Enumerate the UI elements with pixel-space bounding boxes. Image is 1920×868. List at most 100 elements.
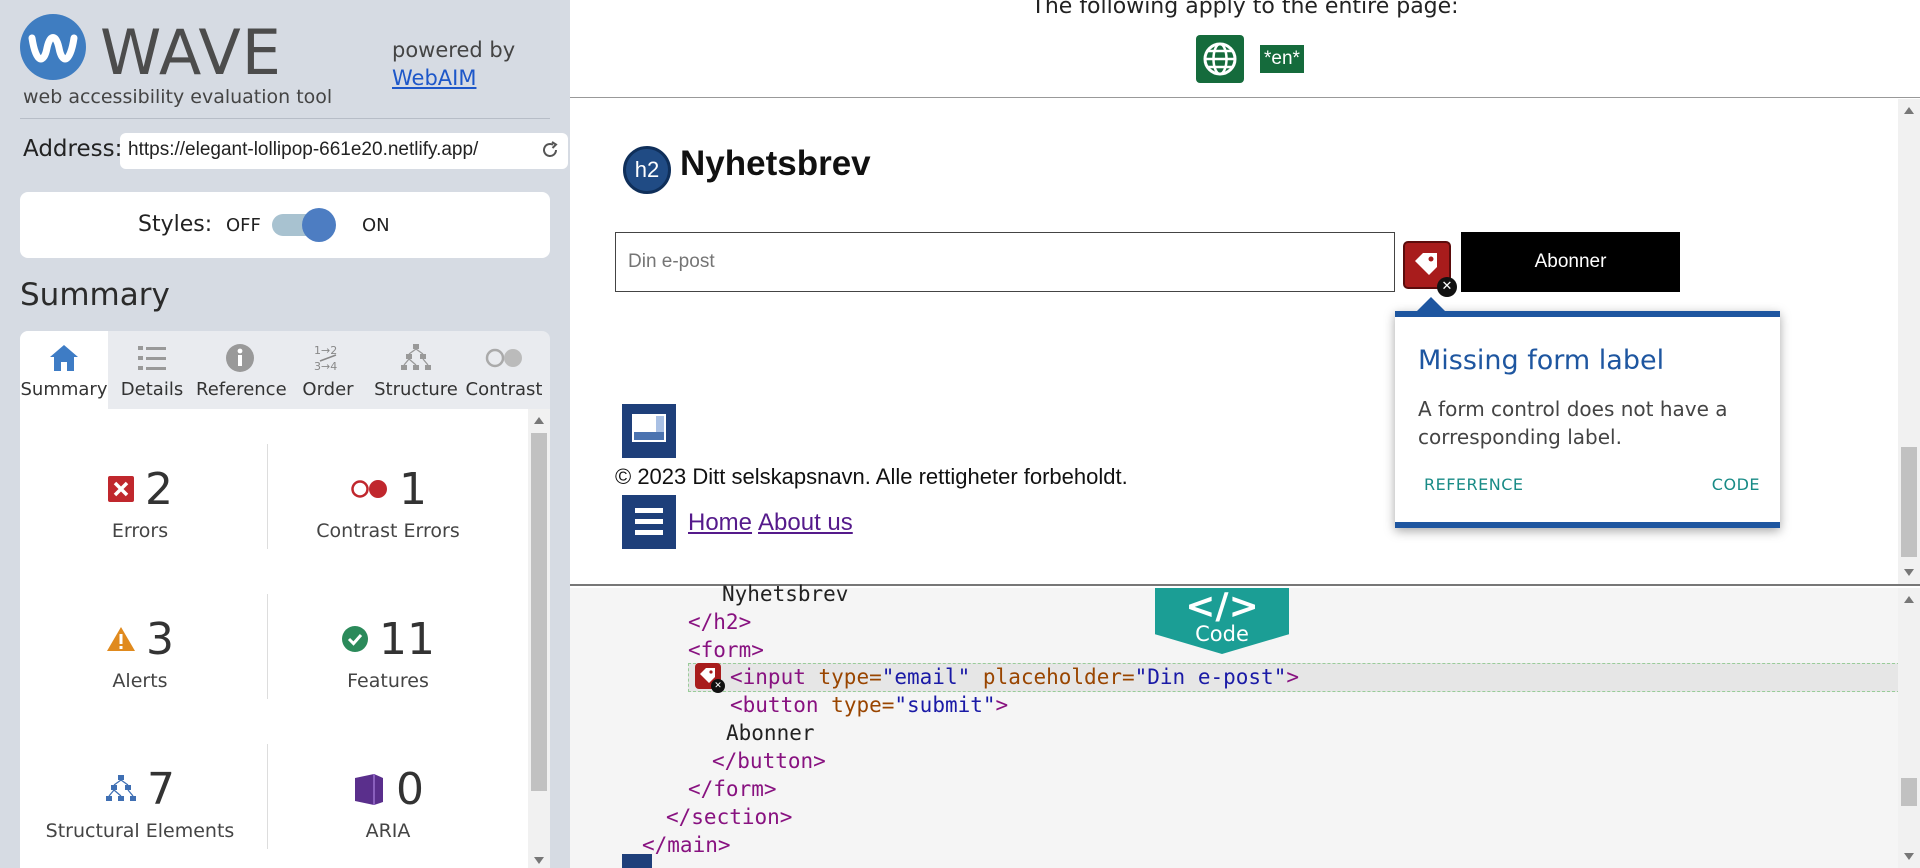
alerts-label: Alerts bbox=[112, 670, 168, 692]
summary-panel: 2 Errors 1 Contrast Errors 3 Alerts 11 F… bbox=[20, 409, 550, 868]
tooltip-code-link[interactable]: CODE bbox=[1712, 475, 1760, 494]
tab-details-label: Details bbox=[120, 379, 184, 400]
footer-region-icon[interactable] bbox=[622, 854, 652, 868]
stat-aria[interactable]: 0 ARIA bbox=[268, 734, 508, 844]
code-tag: > bbox=[1286, 665, 1299, 689]
scroll-up-arrow[interactable] bbox=[1904, 596, 1914, 603]
code-icon: </> bbox=[1185, 586, 1259, 627]
about-us-link[interactable]: About us bbox=[758, 509, 853, 536]
tooltip-arrow bbox=[1417, 297, 1445, 311]
stat-contrast-errors-row: 1 bbox=[268, 464, 508, 515]
page-scrollbar-thumb[interactable] bbox=[1901, 447, 1917, 557]
code-toggle-button[interactable]: </> Code bbox=[1155, 588, 1289, 654]
tab-order-label: Order bbox=[302, 379, 354, 400]
stat-alerts-row: 3 bbox=[20, 613, 260, 665]
tab-reference[interactable]: Reference bbox=[196, 331, 287, 409]
sidebar: WAVE web accessibility evaluation tool p… bbox=[0, 0, 570, 868]
styles-toggle-card: Styles: OFF ON bbox=[20, 192, 550, 258]
page-heading: Nyhetsbrev bbox=[680, 144, 871, 183]
code-attr: type= bbox=[831, 693, 895, 717]
structure-icon bbox=[372, 343, 460, 373]
page-level-bar: The following apply to the entire page: … bbox=[570, 0, 1920, 98]
scroll-down-arrow[interactable] bbox=[534, 857, 544, 864]
scroll-down-arrow[interactable] bbox=[1904, 853, 1914, 860]
code-value: "Din e-post" bbox=[1134, 665, 1287, 689]
code-tag: </h2> bbox=[688, 610, 752, 634]
stat-alerts[interactable]: 3 Alerts bbox=[20, 584, 260, 694]
home-icon bbox=[20, 343, 108, 373]
reload-icon[interactable] bbox=[540, 140, 560, 166]
stat-features[interactable]: 11 Features bbox=[268, 584, 508, 694]
styles-on-label: ON bbox=[362, 215, 390, 236]
tab-details[interactable]: Details bbox=[108, 331, 196, 409]
stat-aria-row: 0 bbox=[268, 764, 508, 815]
summary-heading: Summary bbox=[20, 277, 170, 313]
svg-text:3→4: 3→4 bbox=[314, 360, 337, 373]
code-line: <form> bbox=[688, 638, 764, 662]
code-tag: > bbox=[995, 693, 1009, 717]
copyright-text: © 2023 Ditt selskapsnavn. Alle rettighet… bbox=[615, 464, 1128, 489]
missing-label-error-icon[interactable]: ✕ bbox=[1403, 241, 1457, 297]
code-line: </button> bbox=[712, 749, 826, 773]
address-value: https://elegant-lollipop-661e20.netlify.… bbox=[128, 139, 479, 160]
webaim-link[interactable]: WebAIM bbox=[392, 64, 515, 92]
alerts-count: 3 bbox=[146, 613, 174, 665]
footer-region-icon[interactable] bbox=[622, 404, 676, 458]
stat-errors[interactable]: 2 Errors bbox=[20, 434, 260, 544]
error-icon bbox=[108, 476, 134, 502]
code-tag: <form> bbox=[688, 638, 764, 662]
code-tag: <input bbox=[730, 665, 806, 689]
code-tag: </button> bbox=[712, 749, 826, 773]
error-tooltip: Missing form label A form control does n… bbox=[1395, 297, 1780, 528]
panel-tabs: Summary Details Reference 1→23→4 Order bbox=[20, 331, 550, 409]
contrast-error-icon bbox=[351, 480, 387, 498]
scroll-down-arrow[interactable] bbox=[1904, 569, 1914, 576]
address-input[interactable]: https://elegant-lollipop-661e20.netlify.… bbox=[120, 133, 568, 169]
rendered-page: h2 Nyhetsbrev Din e-post ✕ Abonner © 202… bbox=[570, 99, 1920, 586]
code-tag: </section> bbox=[666, 805, 793, 829]
code-tag: <button bbox=[730, 693, 819, 717]
styles-label: Styles: bbox=[138, 212, 213, 237]
code-attr: placeholder= bbox=[982, 665, 1135, 689]
tab-structure[interactable]: Structure bbox=[372, 331, 460, 409]
features-label: Features bbox=[347, 670, 429, 692]
wave-app: WAVE web accessibility evaluation tool p… bbox=[0, 0, 1920, 868]
language-globe-icon[interactable] bbox=[1196, 35, 1244, 83]
missing-label-error-icon[interactable]: ✕ bbox=[695, 663, 725, 693]
tooltip-reference-link[interactable]: REFERENCE bbox=[1424, 475, 1524, 494]
email-input[interactable]: Din e-post bbox=[615, 232, 1395, 292]
tab-summary[interactable]: Summary bbox=[20, 331, 108, 409]
code-line: </main> bbox=[642, 833, 731, 857]
code-line: </h2> bbox=[688, 610, 751, 634]
structural-count: 7 bbox=[147, 763, 175, 815]
code-scrollbar-thumb[interactable] bbox=[1901, 778, 1917, 806]
code-line: Nyhetsbrev bbox=[722, 582, 848, 606]
code-value: "email" bbox=[881, 665, 971, 689]
code-text: Abonner bbox=[726, 721, 815, 745]
summary-scrollbar[interactable] bbox=[528, 409, 550, 868]
scroll-up-arrow[interactable] bbox=[534, 417, 544, 424]
code-tag: </form> bbox=[688, 777, 777, 801]
code-line: </form> bbox=[688, 777, 777, 801]
navigation-region-icon[interactable] bbox=[622, 495, 676, 549]
stat-contrast-errors[interactable]: 1 Contrast Errors bbox=[268, 434, 508, 544]
feature-check-icon bbox=[342, 626, 368, 652]
tab-order[interactable]: 1→2 3→4 Order bbox=[284, 331, 372, 409]
stat-structural-elements[interactable]: 7 Structural Elements bbox=[20, 734, 260, 844]
code-tag: </main> bbox=[642, 833, 731, 857]
h2-heading-icon[interactable]: h2 bbox=[623, 146, 671, 194]
language-badge[interactable]: *en* bbox=[1260, 45, 1304, 73]
tab-contrast[interactable]: Contrast bbox=[460, 331, 548, 409]
page-level-text: The following apply to the entire page: bbox=[1031, 0, 1459, 19]
alert-icon bbox=[107, 627, 135, 651]
subscribe-button[interactable]: Abonner bbox=[1461, 232, 1680, 292]
home-link[interactable]: Home bbox=[688, 509, 752, 536]
code-scrollbar[interactable] bbox=[1898, 588, 1920, 868]
wave-logo-icon bbox=[20, 14, 86, 80]
scroll-up-arrow[interactable] bbox=[1904, 107, 1914, 114]
summary-scrollbar-thumb[interactable] bbox=[531, 433, 547, 791]
error-x-icon: ✕ bbox=[1437, 277, 1457, 297]
styles-toggle-knob[interactable] bbox=[302, 208, 336, 242]
wave-logo: WAVE web accessibility evaluation tool p… bbox=[20, 14, 560, 114]
page-scrollbar[interactable] bbox=[1898, 99, 1920, 584]
